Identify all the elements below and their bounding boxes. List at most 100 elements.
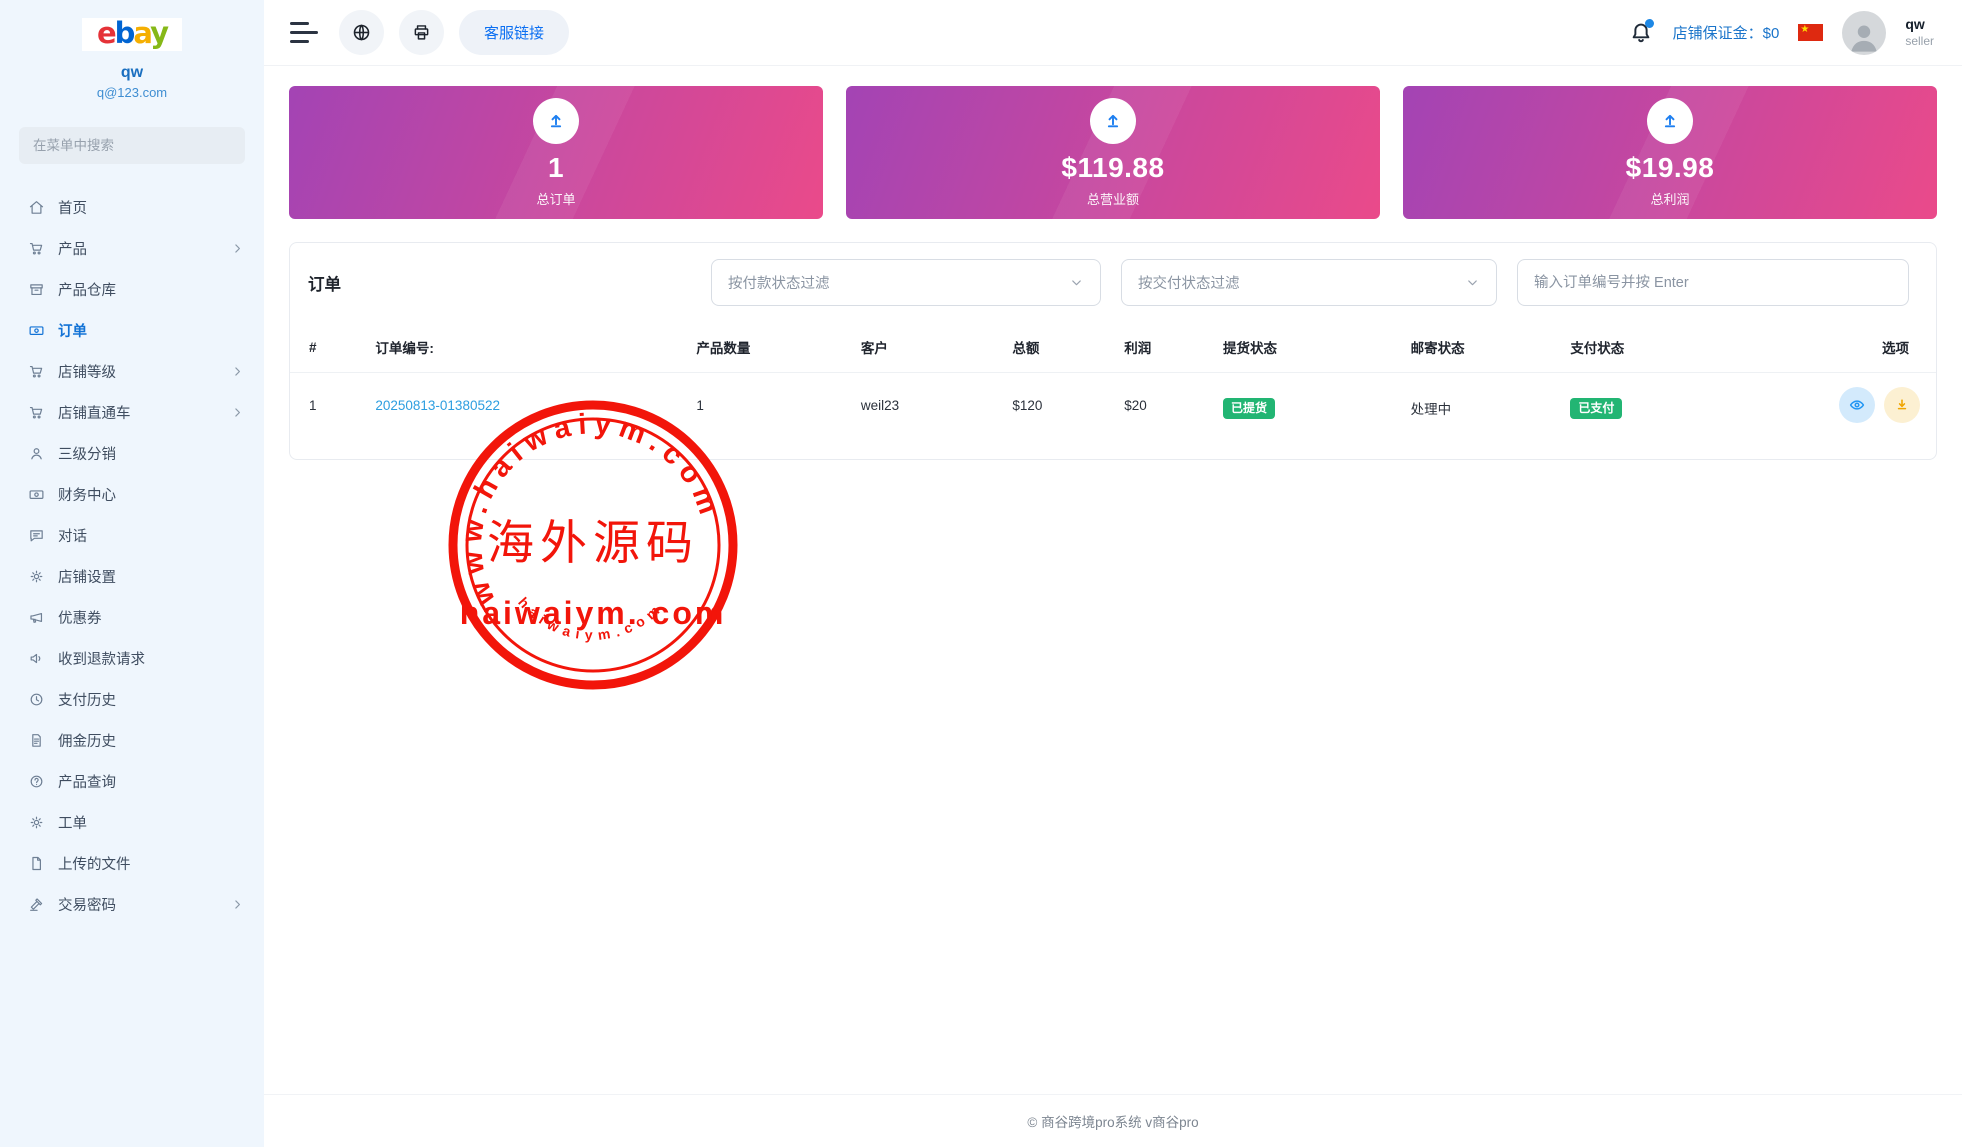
sidebar-item-work-order[interactable]: 工单 xyxy=(0,802,264,843)
watermark-arc-bottom-text: haiwaiym.com xyxy=(515,594,667,643)
notifications-button[interactable] xyxy=(1628,20,1654,46)
ebay-logo[interactable]: ebay xyxy=(82,18,182,51)
stat-value: 1 xyxy=(548,152,564,184)
orders-column-header: # xyxy=(290,322,367,373)
delivery-status-filter-label: 按交付状态过滤 xyxy=(1138,272,1240,293)
sidebar-item-label: 订单 xyxy=(58,320,87,341)
stat-upload-icon xyxy=(1647,98,1693,144)
sidebar-item-label: 产品查询 xyxy=(58,771,116,792)
orders-column-header: 产品数量 xyxy=(688,322,853,373)
sidebar-item-shop-level[interactable]: 店铺等级 xyxy=(0,351,264,392)
chevron-down-icon xyxy=(1465,275,1480,290)
sidebar-item-shop-settings[interactable]: 店铺设置 xyxy=(0,556,264,597)
footer: © 商谷跨境pro系统 v商谷pro xyxy=(264,1094,1962,1147)
stat-upload-icon xyxy=(533,98,579,144)
orders-panel: 订单 按付款状态过滤 按交付状态过滤 xyxy=(289,242,1937,460)
stat-card-total-revenue: $119.88总营业额 xyxy=(846,86,1380,219)
menu-search-input[interactable] xyxy=(19,127,245,164)
orders-title: 订单 xyxy=(308,271,341,295)
sidebar-item-products[interactable]: 产品 xyxy=(0,228,264,269)
order-profit: $20 xyxy=(1116,373,1215,460)
sidebar-item-label: 优惠券 xyxy=(58,607,102,628)
sidebar-item-product-warehouse[interactable]: 产品仓库 xyxy=(0,269,264,310)
orders-panel-head: 订单 按付款状态过滤 按交付状态过滤 xyxy=(290,243,1936,322)
order-number-link[interactable]: 20250813-01380522 xyxy=(375,398,500,413)
app-layout: ebay qw q@123.com 首页产品产品仓库订单店铺等级店铺直通车三级分… xyxy=(0,0,1962,1147)
sidebar-item-transaction-password[interactable]: 交易密码 xyxy=(0,884,264,925)
cart-icon xyxy=(28,363,45,380)
stat-card-total-profit: $19.98总利润 xyxy=(1403,86,1937,219)
volume-icon xyxy=(28,650,45,667)
order-number-search-input[interactable] xyxy=(1517,259,1909,306)
print-button[interactable] xyxy=(399,10,444,55)
china-flag-icon[interactable]: ★ xyxy=(1798,24,1823,41)
sidebar-item-label: 店铺等级 xyxy=(58,361,116,382)
delivery-status-filter[interactable]: 按交付状态过滤 xyxy=(1121,259,1497,306)
stat-label: 总营业额 xyxy=(1087,189,1139,208)
printer-icon xyxy=(411,22,432,43)
avatar[interactable] xyxy=(1842,11,1886,55)
chevron-right-icon xyxy=(231,365,244,378)
orders-table: #订单编号:产品数量客户总额利润提货状态邮寄状态支付状态选项 120250813… xyxy=(290,322,1936,459)
sidebar-item-product-inquiry[interactable]: 产品查询 xyxy=(0,761,264,802)
document-icon xyxy=(28,732,45,749)
notification-dot xyxy=(1645,19,1654,28)
orders-column-header: 提货状态 xyxy=(1215,322,1403,373)
download-icon xyxy=(1893,396,1911,414)
sidebar-item-shop-express[interactable]: 店铺直通车 xyxy=(0,392,264,433)
sidebar-user-name: qw xyxy=(0,64,264,82)
user-icon xyxy=(28,445,45,462)
chevron-right-icon xyxy=(231,242,244,255)
sidebar-item-label: 产品仓库 xyxy=(58,279,116,300)
order-actions xyxy=(1788,373,1936,460)
page-content: 1 总订单 $119.88总营业额$19.98总利润 订单 按付款状态过滤 按交付状… xyxy=(264,66,1962,1094)
sidebar-search xyxy=(19,127,245,164)
sidebar-item-refund-requests[interactable]: 收到退款请求 xyxy=(0,638,264,679)
globe-icon xyxy=(351,22,372,43)
eye-icon xyxy=(1848,396,1866,414)
clock-icon xyxy=(28,691,45,708)
cart-icon xyxy=(28,240,45,257)
topbar: 客服链接 店铺保证金：$0 ★ qw seller xyxy=(264,0,1962,66)
sidebar-item-label: 三级分销 xyxy=(58,443,116,464)
download-order-button[interactable] xyxy=(1884,387,1920,423)
chevron-down-icon xyxy=(1069,275,1084,290)
sidebar-item-label: 收到退款请求 xyxy=(58,648,145,669)
topbar-user-meta[interactable]: qw seller xyxy=(1905,16,1934,49)
support-link-button[interactable]: 客服链接 xyxy=(459,10,569,55)
sidebar-item-coupons[interactable]: 优惠券 xyxy=(0,597,264,638)
table-cell: 已支付 xyxy=(1562,373,1788,460)
sidebar-item-label: 上传的文件 xyxy=(58,853,131,874)
person-icon xyxy=(1847,17,1881,55)
upload-icon xyxy=(545,110,567,132)
sidebar-item-three-level-distribution[interactable]: 三级分销 xyxy=(0,433,264,474)
sidebar-item-uploaded-files[interactable]: 上传的文件 xyxy=(0,843,264,884)
sidebar-item-chat[interactable]: 对话 xyxy=(0,515,264,556)
sidebar-item-payment-history[interactable]: 支付历史 xyxy=(0,679,264,720)
sidebar-item-home[interactable]: 首页 xyxy=(0,187,264,228)
stat-cards: 1 总订单 $119.88总营业额$19.98总利润 xyxy=(289,86,1937,219)
payment-status-filter[interactable]: 按付款状态过滤 xyxy=(711,259,1101,306)
pay-status-badge: 已支付 xyxy=(1570,398,1622,419)
sidebar-item-commission-history[interactable]: 佣金历史 xyxy=(0,720,264,761)
upload-icon xyxy=(1102,110,1124,132)
language-globe-button[interactable] xyxy=(339,10,384,55)
order-qty: 1 xyxy=(688,373,853,460)
order-customer: weil23 xyxy=(853,373,1004,460)
table-cell: 20250813-01380522 xyxy=(367,373,688,460)
footer-copyright: © 商谷跨境pro系统 v商谷pro xyxy=(1027,1111,1198,1131)
sidebar-item-orders[interactable]: 订单 xyxy=(0,310,264,351)
order-index: 1 xyxy=(290,373,367,460)
orders-column-header: 利润 xyxy=(1116,322,1215,373)
shop-deposit-link[interactable]: 店铺保证金：$0 xyxy=(1673,22,1780,43)
gear-icon xyxy=(28,814,45,831)
sidebar-item-label: 店铺直通车 xyxy=(58,402,131,423)
gavel-icon xyxy=(28,896,45,913)
help-icon xyxy=(28,773,45,790)
orders-column-header: 支付状态 xyxy=(1562,322,1788,373)
sidebar-menu: 首页产品产品仓库订单店铺等级店铺直通车三级分销财务中心对话店铺设置优惠券收到退款… xyxy=(0,172,264,1147)
menu-toggle-button[interactable] xyxy=(290,22,318,43)
sidebar-item-finance-center[interactable]: 财务中心 xyxy=(0,474,264,515)
view-order-button[interactable] xyxy=(1839,387,1875,423)
stat-label: 总订单 xyxy=(536,189,575,208)
